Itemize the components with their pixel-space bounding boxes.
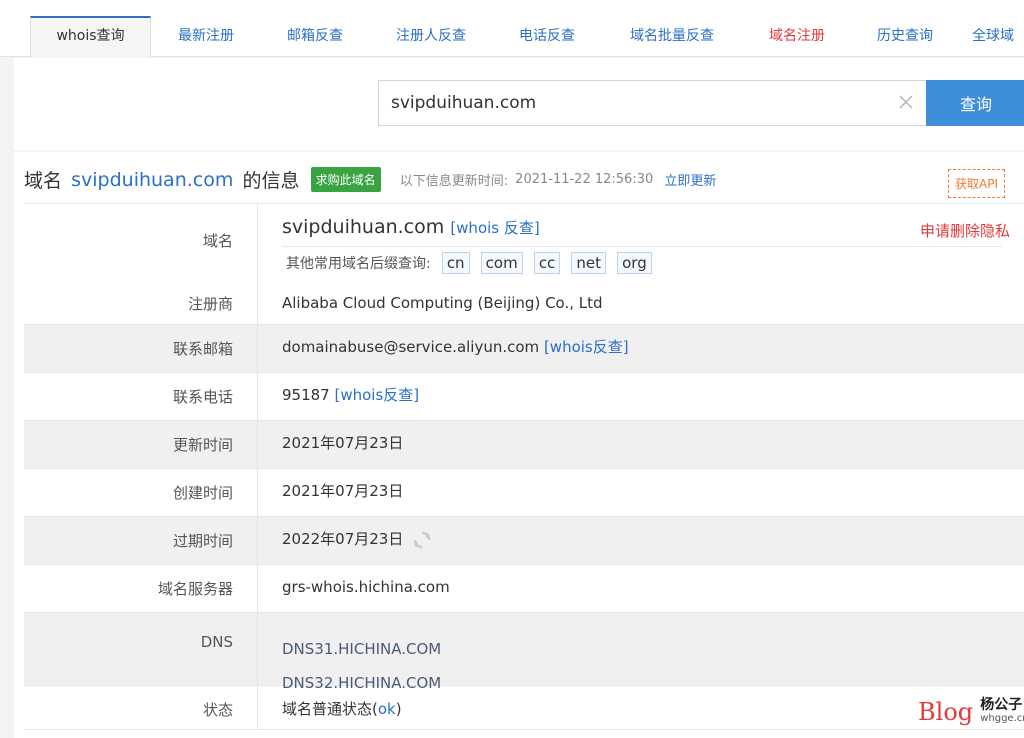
whois-info-table: 域名 注册商 svipduihuan.com [whois 反查] 申请删除隐私…: [24, 203, 1024, 730]
email-value-cell: domainabuse@service.aliyun.com [whois反查]: [282, 325, 629, 369]
suffix-org[interactable]: org: [617, 252, 652, 274]
updated-value: 2021年07月23日: [282, 434, 404, 452]
phone-label: 联系电话: [24, 373, 258, 420]
phone-whois-reverse-link[interactable]: [whois反查]: [335, 386, 420, 404]
search-input[interactable]: [379, 81, 859, 125]
nameserver-row: 域名服务器 grs-whois.hichina.com: [24, 565, 1024, 613]
status-suffix: ): [395, 700, 402, 718]
watermark-blog-text: Blog: [918, 698, 974, 726]
registrar-value: Alibaba Cloud Computing (Beijing) Co., L…: [282, 294, 603, 312]
dns-label: DNS: [24, 613, 258, 685]
created-row: 创建时间 2021年07月23日: [24, 469, 1024, 517]
tab-phone-reverse[interactable]: 电话反查: [504, 16, 590, 57]
expires-label: 过期时间: [24, 517, 258, 564]
whois-reverse-link[interactable]: [whois 反查]: [450, 219, 539, 237]
refresh-now-link[interactable]: 立即更新: [664, 170, 716, 189]
title-domain: svipduihuan.com: [71, 168, 234, 191]
suffix-list: 其他常用域名后缀查询: cn com cc net org: [286, 252, 652, 274]
status-value: 域名普通状态(ok): [282, 686, 402, 732]
email-row: 联系邮箱 domainabuse@service.aliyun.com [who…: [24, 325, 1024, 373]
registrar-label: 注册商: [187, 295, 233, 313]
created-label: 创建时间: [24, 469, 258, 516]
email-whois-reverse-link[interactable]: [whois反查]: [544, 338, 629, 356]
suffix-label: 其他常用域名后缀查询:: [286, 256, 431, 272]
request-privacy-removal-link[interactable]: 申请删除隐私: [920, 220, 1010, 241]
status-ok-link[interactable]: ok: [378, 700, 396, 718]
tab-global[interactable]: 全球域: [972, 16, 1024, 57]
expires-row: 过期时间 2022年07月23日: [24, 517, 1024, 565]
status-row: 状态 域名普通状态(ok): [24, 686, 1024, 730]
watermark-side: 杨公子 whgge.cn: [980, 698, 1024, 726]
page-title: 域名 svipduihuan.com 的信息 求购此域名 以下信息更新时间: 2…: [24, 166, 716, 196]
expires-value: 2022年07月23日: [282, 530, 404, 548]
suffix-cc[interactable]: cc: [533, 252, 561, 274]
expires-value-cell: 2022年07月23日: [282, 517, 432, 561]
dns-row: DNS DNS31.HICHINA.COM DNS32.HICHINA.COM: [24, 613, 1024, 692]
tab-latest-registered[interactable]: 最新注册: [163, 16, 249, 57]
search-button[interactable]: 查询: [926, 80, 1024, 126]
watermark-name: 杨公子: [980, 697, 1023, 713]
tab-history[interactable]: 历史查询: [862, 16, 948, 57]
divider: [282, 246, 1002, 247]
domain-label-cell: 域名 注册商: [24, 204, 258, 324]
domain-label: 域名: [202, 232, 233, 250]
nameserver-value: grs-whois.hichina.com: [282, 578, 450, 596]
title-suffix: 的信息: [242, 170, 300, 192]
suffix-com[interactable]: com: [480, 252, 523, 274]
title-prefix: 域名: [24, 170, 63, 192]
status-label: 状态: [24, 686, 258, 729]
update-time-label: 以下信息更新时间:: [399, 174, 509, 189]
tab-domain-register[interactable]: 域名注册: [754, 16, 840, 57]
tab-bar: whois查询 最新注册 邮箱反查 注册人反查 电话反查 域名批量反查 域名注册…: [0, 0, 1024, 57]
phone-row: 联系电话 95187 [whois反查]: [24, 373, 1024, 421]
email-value: domainabuse@service.aliyun.com: [282, 338, 540, 356]
get-api-button[interactable]: 获取API: [948, 169, 1005, 198]
tab-registrant-reverse[interactable]: 注册人反查: [381, 16, 481, 57]
update-time-value: 2021-11-22 12:56:30: [515, 172, 654, 187]
tab-bulk-reverse[interactable]: 域名批量反查: [612, 16, 732, 57]
status-prefix: 域名普通状态(: [282, 700, 378, 718]
refresh-icon[interactable]: [412, 530, 432, 550]
domain-name: svipduihuan.com: [282, 216, 445, 238]
suffix-net[interactable]: net: [571, 252, 607, 274]
search-box: [378, 80, 928, 126]
created-value: 2021年07月23日: [282, 482, 404, 500]
email-label: 联系邮箱: [24, 325, 258, 372]
phone-value: 95187: [282, 386, 330, 404]
dns-value-1: DNS31.HICHINA.COM: [282, 640, 442, 658]
updated-row: 更新时间 2021年07月23日: [24, 421, 1024, 469]
suffix-cn[interactable]: cn: [441, 252, 470, 274]
whois-result-panel: 域名 svipduihuan.com 的信息 求购此域名 以下信息更新时间: 2…: [14, 152, 1024, 738]
domain-value: svipduihuan.com [whois 反查]: [282, 216, 540, 238]
domain-row: 域名 注册商 svipduihuan.com [whois 反查] 申请删除隐私…: [24, 204, 1024, 325]
buy-domain-button[interactable]: 求购此域名: [310, 167, 381, 192]
tab-whois[interactable]: whois查询: [30, 16, 151, 57]
search-area: 查询: [14, 58, 1024, 150]
nameserver-label: 域名服务器: [24, 565, 258, 612]
close-icon[interactable]: [895, 91, 917, 113]
tab-email-reverse[interactable]: 邮箱反查: [272, 16, 358, 57]
blog-watermark: Blog 杨公子 whgge.cn: [918, 698, 1024, 726]
watermark-site: whgge.cn: [980, 713, 1024, 724]
phone-value-cell: 95187 [whois反查]: [282, 373, 419, 417]
updated-label: 更新时间: [24, 421, 258, 468]
